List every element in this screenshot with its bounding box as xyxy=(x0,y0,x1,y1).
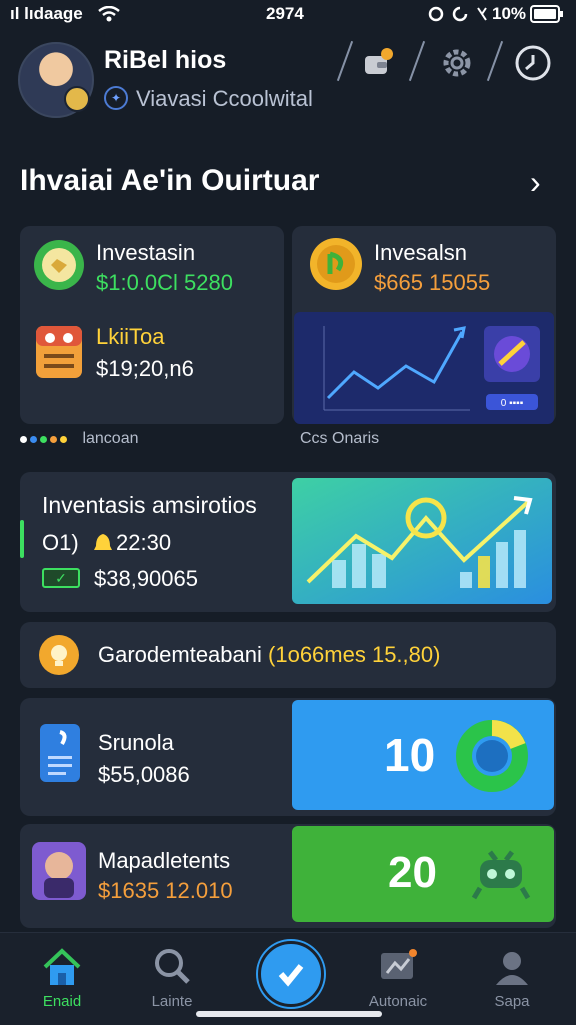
item-value: $19;20,n6 xyxy=(96,356,194,381)
divider xyxy=(486,40,504,82)
check-icon xyxy=(278,964,304,987)
inventory-card[interactable]: Inventasis amsirotios O1) 22:30 ✓ $38,90… xyxy=(20,472,556,612)
home-icon xyxy=(43,948,81,985)
clock: 2974 xyxy=(266,4,304,23)
mini-button: 0 ▪▪▪▪ xyxy=(501,398,524,409)
search-icon xyxy=(155,949,190,984)
nav-analytics[interactable]: Autonaic xyxy=(348,947,448,1010)
battery-icon xyxy=(530,5,563,23)
banner-highlight: (1o66mes 15.,80) xyxy=(268,642,441,667)
banner-text: Garodemteabani (1o66mes 15.,80) xyxy=(98,642,440,668)
coin-icon xyxy=(34,240,84,290)
donut-chart-icon xyxy=(456,720,528,792)
bulb-icon xyxy=(39,635,79,675)
srunola-stat: 10 xyxy=(384,729,436,781)
nav-label: Autonaic xyxy=(368,993,428,1010)
user-subtitle: Viavasi Ccoolwital xyxy=(136,86,313,111)
line-chart-graphic: 0 ▪▪▪▪ xyxy=(294,312,554,424)
carrier-label: ıl lıdaage xyxy=(10,4,83,23)
nav-check-button[interactable] xyxy=(258,941,324,1007)
check-icon: ✓ xyxy=(42,568,80,588)
mapad-stat: 20 xyxy=(388,848,437,897)
inventory-value: $38,90065 xyxy=(94,566,198,591)
nav-profile[interactable]: Sapa xyxy=(462,947,562,1010)
nav-label: Sapa xyxy=(494,993,530,1010)
avatar-badge-icon xyxy=(64,86,90,112)
document-icon xyxy=(40,724,80,782)
username: RiBel hios xyxy=(104,46,227,74)
wifi-icon xyxy=(98,6,120,22)
divider xyxy=(408,40,426,82)
alarm-icon xyxy=(428,6,444,22)
mapad-card[interactable]: Mapadletents $1635 12.010 20 xyxy=(20,824,556,928)
divider xyxy=(336,40,354,82)
gear-icon[interactable] xyxy=(438,44,476,82)
battery-percent: 10% xyxy=(492,4,527,23)
item-value: $1:0.0Cl 5280 xyxy=(96,270,233,295)
banner-label: Garodemteabani xyxy=(98,642,262,667)
srunola-value: $55,0086 xyxy=(98,762,190,787)
banner-card[interactable]: Garodemteabani (1o66mes 15.,80) xyxy=(20,622,556,688)
avatar[interactable] xyxy=(18,42,94,118)
srunola-label: Srunola xyxy=(98,730,174,755)
nav-label: Lainte xyxy=(151,993,193,1010)
inventory-time: 22:30 xyxy=(116,530,172,555)
nav-home[interactable]: Enaid xyxy=(12,947,112,1010)
profile-icon xyxy=(496,952,528,985)
legend-label: lancoan xyxy=(82,430,139,447)
bar-chart-graphic xyxy=(292,478,552,604)
sync-icon xyxy=(452,6,468,22)
status-bar: ıl lıdaage 2974 10% xyxy=(0,0,576,30)
wallet-icon[interactable] xyxy=(360,44,398,82)
chart-caption: Ccs Onaris xyxy=(300,430,380,447)
chart-icon xyxy=(381,949,417,979)
chevron-right-icon[interactable]: › xyxy=(530,164,541,201)
investment-card-right[interactable]: Invesalsn $665 15055 0 ▪▪▪▪ xyxy=(292,226,556,424)
avatar-icon xyxy=(32,842,86,900)
nav-search[interactable]: Lainte xyxy=(122,947,222,1010)
verified-icon: ✦ xyxy=(104,86,128,110)
clock-icon[interactable] xyxy=(514,44,552,82)
signal-icon xyxy=(477,7,487,21)
inventory-meta: O1) xyxy=(42,530,79,555)
mapad-value: $1635 12.010 xyxy=(98,878,233,903)
item-value: $665 15055 xyxy=(374,270,491,295)
srunola-card[interactable]: Srunola $55,0086 10 xyxy=(20,698,556,816)
robot-icon xyxy=(471,850,531,900)
srunola-stat-panel: 10 xyxy=(292,700,554,810)
mapad-label: Mapadletents xyxy=(98,848,231,873)
nav-label: Enaid xyxy=(42,993,82,1010)
home-indicator[interactable] xyxy=(196,1011,382,1017)
mapad-stat-panel: 20 xyxy=(292,826,554,922)
investment-card-left[interactable]: Investasin $1:0.0Cl 5280 LkiiToa $19;20,… xyxy=(20,226,284,424)
inventory-title: Inventasis amsirotios xyxy=(42,492,257,518)
accent-bar xyxy=(20,520,24,558)
coin-icon xyxy=(310,238,362,290)
item-label: Investasin xyxy=(96,240,196,265)
item-label: LkiiToa xyxy=(96,324,165,349)
item-label: Invesalsn xyxy=(374,240,467,265)
section-title: Ihvaiai Ae'in Ouirtuar xyxy=(20,164,320,197)
bell-icon xyxy=(94,534,112,550)
calendar-icon xyxy=(36,326,82,378)
legend: lancoan xyxy=(20,430,139,448)
